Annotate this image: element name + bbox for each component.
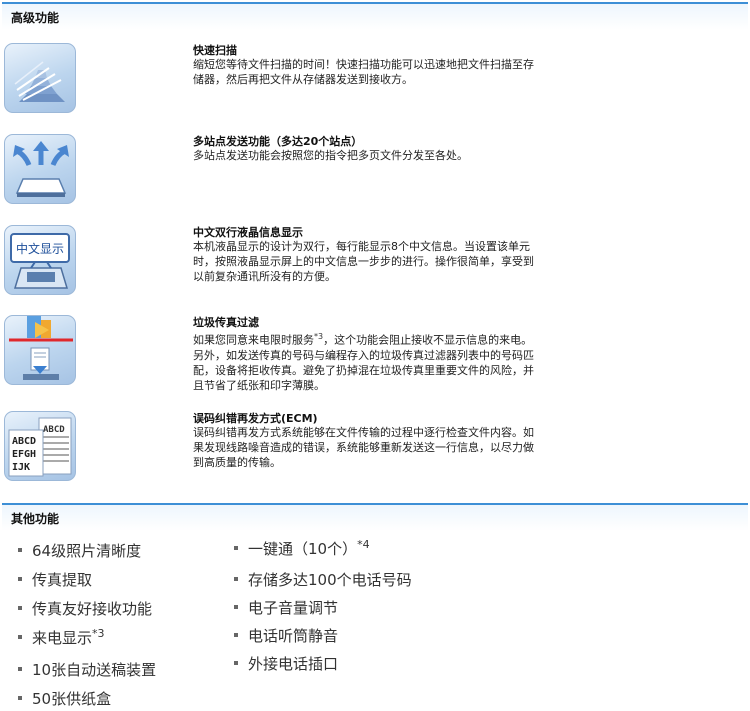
lcd-display-icon: 中文显示 (4, 225, 76, 295)
ecm-icon: ABCD ABCD EFGH IJK (4, 411, 76, 481)
advanced-features-header: 高级功能 (2, 2, 748, 30)
feature-description: 如果您同意来电限时服务*3，这个功能会阻止接收不显示信息的来电。 另外，如发送传… (193, 332, 534, 392)
fast-scan-icon (4, 43, 76, 113)
feature-title: 垃圾传真过滤 (193, 316, 259, 329)
feature-fast-scan: 快速扫描 缩短您等待文件扫描的时间！快速扫描功能可以迅速地把文件扫描至存 储器，… (0, 43, 750, 123)
feature-broadcast: 多站点发送功能（多达20个站点） 多站点发送功能会按照您的指令把多页文件分发至各… (0, 134, 750, 214)
list-item: 外接电话插口 (234, 653, 338, 674)
feature-title: 快速扫描 (193, 44, 237, 57)
broadcast-icon (4, 134, 76, 204)
list-item: 电话听筒静音 (234, 625, 338, 646)
list-item: 电子音量调节 (234, 597, 338, 618)
list-item: 10张自动送稿装置 (18, 659, 156, 680)
svg-text:EFGH: EFGH (12, 449, 36, 460)
feature-description: 本机液晶显示的设计为双行，每行能显示8个中文信息。当设置该单元 时，按照液晶显示… (193, 240, 534, 283)
feature-description: 缩短您等待文件扫描的时间！快速扫描功能可以迅速地把文件扫描至存 储器，然后再把文… (193, 58, 534, 86)
list-item: 传真提取 (18, 569, 92, 590)
junk-fax-filter-icon (4, 315, 76, 385)
feature-description: 多站点发送功能会按照您的指令把多页文件分发至各处。 (193, 149, 468, 162)
feature-title: 多站点发送功能（多达20个站点） (193, 135, 363, 148)
list-item: 来电显示*3 (18, 627, 105, 648)
feature-description: 误码纠错再发方式系统能够在文件传输的过程中逐行检查文件内容。如 果发现线路噪音造… (193, 426, 534, 469)
feature-junk-fax-filter: 垃圾传真过滤 如果您同意来电限时服务*3，这个功能会阻止接收不显示信息的来电。 … (0, 315, 750, 395)
other-features-title: 其他功能 (11, 512, 60, 526)
svg-text:IJK: IJK (12, 462, 30, 473)
feature-lcd-display: 中文显示 中文双行液晶信息显示 本机液晶显示的设计为双行，每行能显示8个中文信息… (0, 225, 750, 305)
list-item: 64级照片清晰度 (18, 540, 141, 561)
svg-text:ABCD: ABCD (43, 425, 65, 435)
svg-text:ABCD: ABCD (12, 436, 36, 447)
list-item: 一键通（10个）*4 (234, 538, 370, 559)
feature-title: 误码纠错再发方式(ECM) (193, 412, 318, 425)
advanced-features-title: 高级功能 (11, 11, 60, 25)
feature-title: 中文双行液晶信息显示 (193, 226, 303, 239)
list-item: 存储多达100个电话号码 (234, 569, 412, 590)
svg-text:中文显示: 中文显示 (16, 241, 64, 256)
list-item: 50张供纸盒 (18, 688, 111, 709)
other-features-header: 其他功能 (2, 503, 748, 531)
list-item: 传真友好接收功能 (18, 598, 152, 619)
feature-ecm: ABCD ABCD EFGH IJK 误码纠错再发方式(ECM) 误码纠错再发方… (0, 411, 750, 491)
